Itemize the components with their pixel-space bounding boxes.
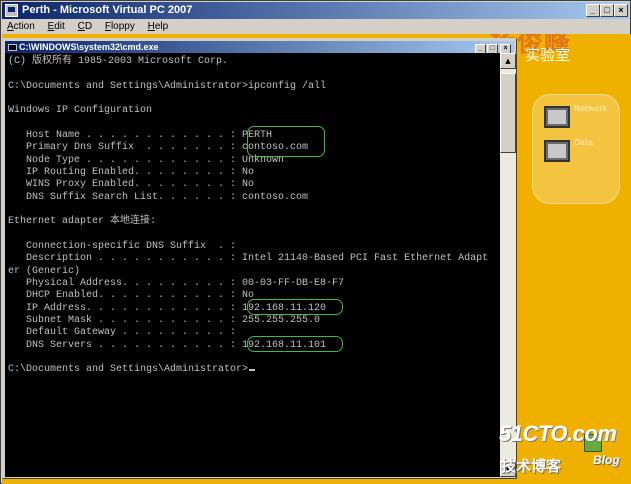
close-button[interactable]: × xyxy=(614,4,628,17)
console-output[interactable]: (C) 版权所有 1985-2003 Microsoft Corp. C:\Do… xyxy=(5,53,500,477)
text-cursor xyxy=(249,369,256,371)
menu-action[interactable]: Action xyxy=(2,19,40,34)
brand-watermark: 51CTO.com xyxy=(499,421,617,446)
console-line: WINS Proxy Enabled. . . . . . . . : No xyxy=(8,179,255,190)
prompt-line: C:\Documents and Settings\Administrator> xyxy=(8,363,256,376)
highlight-dns-servers xyxy=(247,336,343,352)
scroll-up-button[interactable]: ▲ xyxy=(500,53,516,69)
vpc-titlebar[interactable]: Perth - Microsoft Virtual PC 2007 _ □ × xyxy=(2,2,629,19)
console-scrollbar[interactable]: ▲ ▼ xyxy=(500,53,516,477)
menu-help[interactable]: Help xyxy=(143,19,174,34)
console-line: DNS Suffix Search List. . . . . . : cont… xyxy=(8,192,309,203)
console-line: DHCP Enabled. . . . . . . . . . . : No xyxy=(8,290,255,301)
vpc-title: Perth - Microsoft Virtual PC 2007 xyxy=(22,4,193,16)
network-computer-icon[interactable] xyxy=(544,106,570,128)
lab-watermark: 实验室 xyxy=(525,46,571,64)
console-line: C:\Documents and Settings\Administrator>… xyxy=(8,81,327,92)
brand-watermark-blog: Blog xyxy=(593,453,620,467)
console-line: Description . . . . . . . . . . . : Inte… xyxy=(8,253,489,264)
virtual-pc-window: Perth - Microsoft Virtual PC 2007 _ □ × … xyxy=(0,0,631,484)
cmd-title: C:\WINDOWS\system32\cmd.exe xyxy=(19,42,159,52)
menu-edit[interactable]: Edit xyxy=(43,19,70,34)
virtual-pc-app-icon[interactable] xyxy=(5,4,18,17)
menu-floppy[interactable]: Floppy xyxy=(100,19,140,34)
console-line: Default Gateway . . . . . . . . . : xyxy=(8,327,237,338)
desktop-icon-label: Data xyxy=(574,138,594,147)
vpc-menubar: Action Edit CD Floppy Help xyxy=(2,19,629,34)
cmd-window: C:\WINDOWS\system32\cmd.exe _ □ × (C) 版权… xyxy=(2,38,517,479)
desktop-icon-label: Network xyxy=(574,104,608,113)
cmd-icon[interactable] xyxy=(8,44,17,51)
highlight-hostname-suffix xyxy=(247,126,325,157)
data-computer-icon[interactable] xyxy=(544,140,570,162)
prompt-text: C:\Documents and Settings\Administrator> xyxy=(8,364,249,375)
scroll-thumb[interactable] xyxy=(500,73,516,153)
console-line: Ethernet adapter 本地连接: xyxy=(8,216,157,227)
console-line: Windows IP Configuration xyxy=(8,105,153,116)
brand-watermark-cn: 技术博客 xyxy=(501,457,562,475)
minimize-button[interactable]: _ xyxy=(586,4,600,17)
highlight-ip-address xyxy=(247,299,343,315)
cmd-titlebar[interactable]: C:\WINDOWS\system32\cmd.exe _ □ × xyxy=(5,41,514,54)
maximize-button[interactable]: □ xyxy=(600,4,614,17)
console-line: (C) 版权所有 1985-2003 Microsoft Corp. xyxy=(8,56,229,67)
menu-cd[interactable]: CD xyxy=(73,19,97,34)
